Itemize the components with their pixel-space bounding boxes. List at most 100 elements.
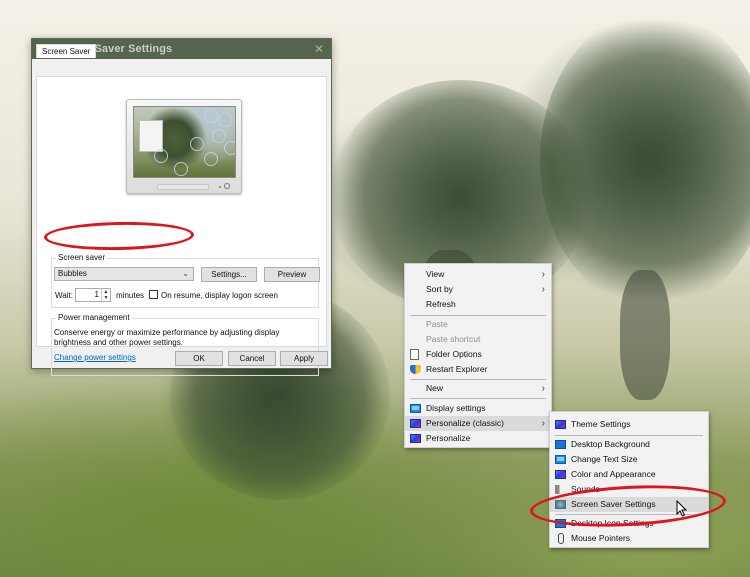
screen-saver-preview-monitor [126,99,242,194]
speaker-icon [555,485,566,494]
menu-item-new[interactable]: New › [405,381,551,396]
chevron-right-icon: › [541,418,545,429]
change-power-settings-link[interactable]: Change power settings [54,353,136,362]
bubble [154,149,168,163]
screen-saver-dropdown[interactable]: Bubbles ⌄ [54,267,194,281]
ok-button[interactable]: OK [175,351,223,366]
menu-separator [555,435,703,436]
wait-minutes-stepper[interactable]: 1 ▲ ▼ [75,288,111,302]
wallpaper-trunk [620,270,670,400]
menu-item-label: Screen Saver Settings [571,499,656,509]
preview-mini-window [139,120,163,152]
apply-button[interactable]: Apply [280,351,328,366]
menu-item-label: Desktop Background [571,439,650,449]
power-management-description: Conserve energy or maximize performance … [54,328,280,347]
power-led [219,186,221,188]
screen-saver-group: Screen saver Bubbles ⌄ Settings... Previ… [51,253,320,308]
mouse-icon [558,533,564,544]
desktop-background-icon [555,440,566,449]
submenu-item-desktop-icon-settings[interactable]: Desktop Icon Settings [550,516,708,531]
menu-item-display-settings[interactable]: Display settings [405,401,551,416]
document-icon [410,349,419,360]
display-icon [410,404,421,413]
bubble [212,129,226,143]
menu-separator [410,315,546,316]
personalize-icon [555,420,566,429]
chevron-down-icon: ⌄ [182,269,189,278]
submenu-item-change-text-size[interactable]: Change Text Size [550,452,708,467]
menu-item-refresh[interactable]: Refresh [405,297,551,312]
menu-item-label: Paste shortcut [426,334,481,344]
preview-button[interactable]: Preview [264,267,320,282]
menu-item-restart-explorer[interactable]: Restart Explorer [405,362,551,377]
menu-item-label: Folder Options [426,349,482,359]
submenu-item-color-and-appearance[interactable]: Color and Appearance [550,467,708,482]
tab-screen-saver[interactable]: Screen Saver [36,44,97,58]
bubble [224,141,235,155]
menu-item-label: New [426,383,444,393]
display-icon [555,455,566,464]
screen-saver-icon [555,500,566,509]
monitor-stand [157,184,209,190]
personalize-icon [555,470,566,479]
wait-value: 1 [94,290,99,299]
submenu-item-mouse-pointers[interactable]: Mouse Pointers [550,531,708,546]
settings-button[interactable]: Settings... [201,267,257,282]
menu-item-label: Mouse Pointers [571,533,631,543]
menu-item-view[interactable]: View › [405,267,551,282]
menu-item-label: Refresh [426,299,456,309]
menu-item-label: View [426,269,445,279]
menu-item-label: Paste [426,319,448,329]
menu-item-personalize-classic[interactable]: Personalize (classic) › [405,416,551,431]
menu-item-label: Sounds [571,484,600,494]
menu-item-label: Color and Appearance [571,469,656,479]
menu-item-personalize[interactable]: Personalize [405,431,551,446]
stepper-arrows-icon[interactable]: ▲ ▼ [101,289,110,301]
submenu-item-desktop-background[interactable]: Desktop Background [550,437,708,452]
menu-item-label: Display settings [426,403,486,413]
menu-item-label: Theme Settings [571,419,631,429]
wallpaper-tree [540,10,750,310]
desktop-context-menu: View › Sort by › Refresh Paste Paste sho… [404,263,552,448]
chevron-right-icon: › [541,284,545,295]
minutes-label: minutes [116,291,145,300]
tab-panel-screen-saver: Screen saver Bubbles ⌄ Settings... Previ… [36,76,327,376]
menu-item-label: Personalize (classic) [426,418,504,428]
menu-separator [410,379,546,380]
bubble [174,162,188,176]
bubble [190,137,204,151]
power-management-group: Power management Conserve energy or maxi… [51,313,319,376]
menu-item-paste[interactable]: Paste [405,317,551,332]
shield-icon [410,365,421,374]
power-button-icon [224,183,230,189]
menu-item-label: Desktop Icon Settings [571,518,654,528]
menu-separator [410,398,546,399]
menu-item-sort-by[interactable]: Sort by › [405,282,551,297]
power-management-label: Power management [56,313,132,322]
wait-label: Wait: [55,291,73,300]
menu-item-label: Restart Explorer [426,364,488,374]
close-icon[interactable]: ✕ [307,42,331,56]
menu-item-label: Change Text Size [571,454,638,464]
bubble [204,109,218,123]
submenu-item-sounds[interactable]: Sounds [550,482,708,497]
logon-screen-checkbox[interactable] [149,290,158,299]
personalize-icon [410,419,421,428]
personalize-classic-submenu: Theme Settings Desktop Background Change… [549,411,709,548]
chevron-right-icon: › [541,269,545,280]
screen-saver-settings-dialog: Screen Saver Settings ✕ Screen Saver Scr… [31,38,332,376]
screen-saver-selected: Bubbles [58,269,87,278]
bubble [204,152,218,166]
menu-item-paste-shortcut[interactable]: Paste shortcut [405,332,551,347]
desktop-icon [555,519,566,528]
menu-item-folder-options[interactable]: Folder Options [405,347,551,362]
cancel-button[interactable]: Cancel [228,351,276,366]
menu-item-label: Personalize [426,433,471,443]
menu-item-label: Sort by [426,284,453,294]
mouse-cursor-icon [676,500,688,517]
preview-screen [133,106,236,178]
chevron-right-icon: › [541,383,545,394]
submenu-item-theme-settings[interactable]: Theme Settings [550,417,708,432]
personalize-icon [410,434,421,443]
logon-screen-checkbox-label[interactable]: On resume, display logon screen [161,291,278,300]
